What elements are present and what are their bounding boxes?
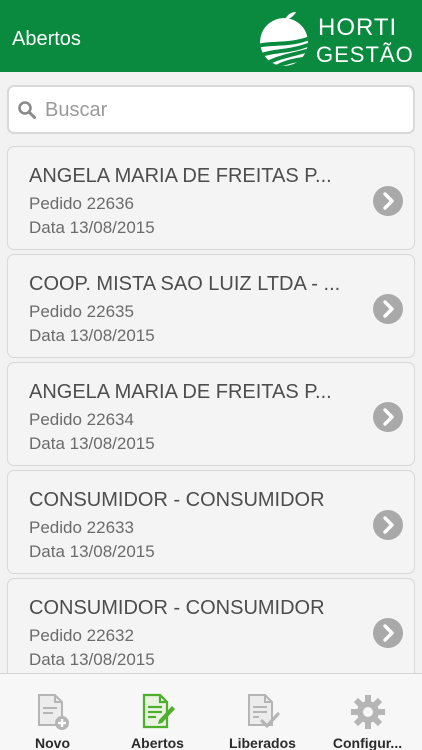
order-card[interactable]: ANGELA MARIA DE FREITAS P... Pedido 2263… [7, 146, 415, 250]
page-title: Abertos [12, 28, 81, 50]
tab-label: Configur... [332, 735, 403, 750]
chevron-right-icon[interactable] [373, 510, 403, 540]
tab-label: Liberados [229, 735, 296, 750]
search-input[interactable] [45, 93, 405, 127]
order-card[interactable]: CONSUMIDOR - CONSUMIDOR Pedido 22633 Dat… [7, 470, 415, 574]
logo-text-horti: HORTI [318, 14, 398, 41]
tab-bar: Novo Abertos Liberados Configur... [0, 673, 422, 750]
order-number: Pedido 22632 [29, 626, 134, 645]
order-date: Data 13/08/2015 [29, 542, 155, 561]
order-date: Data 13/08/2015 [29, 650, 155, 669]
new-document-icon [38, 694, 69, 730]
chevron-right-icon[interactable] [373, 402, 403, 432]
tab-label: Abertos [131, 735, 184, 750]
order-number: Pedido 22634 [29, 410, 134, 429]
chevron-right-icon[interactable] [373, 186, 403, 216]
order-customer: CONSUMIDOR - CONSUMIDOR [29, 489, 325, 511]
tab-novo[interactable]: Novo [0, 674, 105, 750]
order-card[interactable]: ANGELA MARIA DE FREITAS P... Pedido 2263… [7, 362, 415, 466]
app-header: Abertos HORTI GESTÃO [0, 0, 422, 72]
order-customer: COOP. MISTA SAO LUIZ LTDA - ... [29, 273, 341, 295]
search-bar [7, 85, 415, 134]
order-customer: ANGELA MARIA DE FREITAS P... [29, 165, 332, 187]
order-date: Data 13/08/2015 [29, 326, 155, 345]
search-icon [18, 101, 36, 119]
order-customer: CONSUMIDOR - CONSUMIDOR [29, 597, 325, 619]
tab-label: Novo [35, 735, 70, 750]
order-number: Pedido 22633 [29, 518, 134, 537]
logo-text-gestao: GESTÃO [316, 42, 414, 67]
order-card[interactable]: COOP. MISTA SAO LUIZ LTDA - ... Pedido 2… [7, 254, 415, 358]
gear-icon [351, 695, 385, 729]
tab-liberados[interactable]: Liberados [210, 674, 315, 750]
order-customer: ANGELA MARIA DE FREITAS P... [29, 381, 332, 403]
chevron-right-icon[interactable] [373, 294, 403, 324]
orders-list: ANGELA MARIA DE FREITAS P... Pedido 2263… [7, 146, 415, 673]
order-date: Data 13/08/2015 [29, 434, 155, 453]
tab-abertos[interactable]: Abertos [105, 674, 210, 750]
chevron-right-icon[interactable] [373, 618, 403, 648]
edit-document-icon [142, 693, 175, 729]
checked-document-icon [248, 694, 280, 728]
order-card[interactable]: CONSUMIDOR - CONSUMIDOR Pedido 22632 Dat… [7, 578, 415, 673]
order-number: Pedido 22636 [29, 194, 134, 213]
order-number: Pedido 22635 [29, 302, 134, 321]
logo-apple-field-icon [260, 12, 308, 66]
tab-configuracoes[interactable]: Configur... [315, 674, 420, 750]
horti-gestao-logo: HORTI GESTÃO [258, 10, 418, 68]
order-date: Data 13/08/2015 [29, 218, 155, 237]
